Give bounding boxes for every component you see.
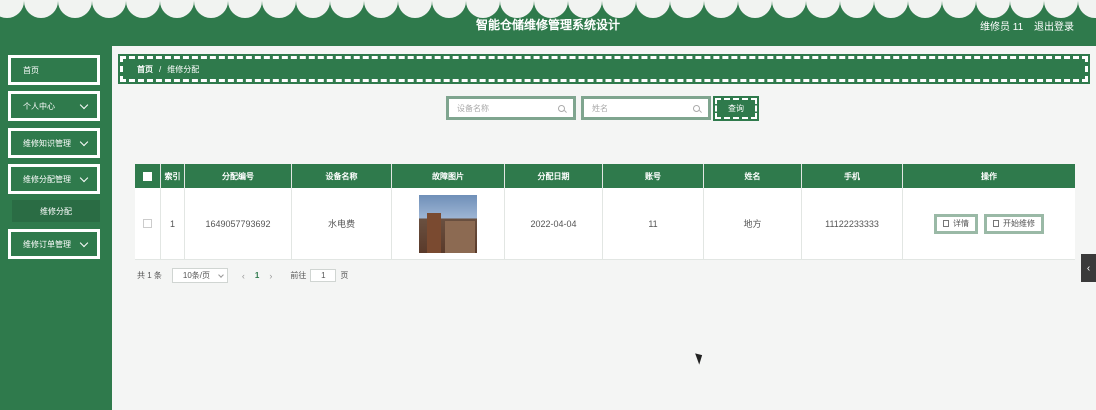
column-header: 操作 [981, 171, 997, 181]
total-count: 共 1 条 [137, 271, 162, 280]
search-icon [693, 104, 700, 112]
cell-index: 1 [161, 188, 185, 259]
cell-account: 11 [603, 188, 704, 259]
document-icon [993, 220, 999, 227]
page-size-value: 10条/页 [182, 271, 211, 280]
goto-label: 前往 [290, 271, 307, 280]
cell-actions: 详情 开始维修 [903, 188, 1075, 259]
sidebar-item-orders[interactable]: 维修订单管理 [8, 229, 100, 259]
sidebar-item-knowledge[interactable]: 维修知识管理 [8, 128, 100, 158]
name-search-input[interactable]: 姓名 [581, 96, 711, 120]
cell-device: 水电费 [292, 188, 392, 259]
app-title: 智能仓储维修管理系统设计 [475, 18, 620, 32]
sidebar-item-label: 维修知识管理 [23, 138, 71, 148]
query-button[interactable]: 查询 [713, 96, 759, 121]
cell-phone: 11122233333 [802, 188, 903, 259]
device-search-placeholder: 设备名称 [457, 103, 489, 113]
submenu-item-assignment[interactable]: 维修分配 [12, 200, 100, 222]
pagination: 共 1 条 10条/页 ‹ 1 › 前往 1 页 [137, 268, 348, 283]
column-header: 姓名 [704, 164, 802, 188]
sidebar-item-label: 首页 [23, 65, 39, 75]
prev-page-icon[interactable]: ‹ [242, 271, 245, 281]
name-search-placeholder: 姓名 [592, 103, 608, 113]
sidebar-item-assignment[interactable]: 维修分配管理 [8, 164, 100, 194]
page-suffix: 页 [340, 271, 349, 280]
select-all-checkbox[interactable] [143, 171, 152, 181]
device-search-input[interactable]: 设备名称 [446, 96, 576, 120]
column-header: 索引 [161, 164, 185, 188]
sidebar-item-label: 维修订单管理 [23, 239, 71, 249]
breadcrumb-current: 维修分配 [167, 64, 200, 74]
fault-image[interactable] [419, 194, 477, 253]
chevron-left-icon[interactable]: ‹ [1081, 254, 1096, 282]
column-header: 账号 [603, 164, 704, 188]
cell-fault-image [392, 188, 505, 259]
chevron-down-icon [79, 238, 89, 247]
chevron-down-icon [79, 173, 89, 182]
top-header: 智能仓储维修管理系统设计 维修员 11 退出登录 [0, 0, 1096, 46]
detail-button[interactable]: 详情 [934, 213, 978, 234]
start-repair-label: 开始维修 [1003, 219, 1035, 228]
cell-assign-no: 1649057793692 [185, 188, 292, 259]
sidebar-item-label: 个人中心 [23, 101, 55, 111]
cell-name: 地方 [704, 188, 802, 259]
column-header: 分配日期 [505, 164, 603, 188]
sidebar-item-label: 维修分配管理 [23, 174, 71, 184]
breadcrumb-home[interactable]: 首页 [137, 64, 153, 75]
cell-date: 2022-04-04 [505, 188, 603, 259]
detail-label: 详情 [953, 219, 969, 228]
breadcrumb-separator: / [159, 64, 162, 74]
select-all-cell [135, 164, 161, 188]
chevron-down-icon [218, 271, 224, 278]
mouse-cursor-icon [695, 351, 705, 365]
page-size-select[interactable]: 10条/页 [171, 268, 228, 283]
column-header: 设备名称 [292, 164, 392, 188]
logout-link[interactable]: 退出登录 [1034, 18, 1074, 33]
chevron-down-icon [79, 100, 89, 109]
start-repair-button[interactable]: 开始维修 [984, 213, 1044, 234]
next-page-icon[interactable]: › [269, 271, 272, 281]
column-header: 分配编号 [185, 164, 292, 188]
chevron-down-icon [79, 137, 89, 146]
breadcrumb: 首页 / 维修分配 [118, 54, 1090, 84]
search-icon [558, 104, 565, 112]
row-checkbox[interactable] [143, 219, 152, 228]
assignment-table: 索引 分配编号 设备名称 故障图片 分配日期 账号 姓名 手机 操作 1 164… [135, 164, 1075, 260]
document-icon [943, 220, 949, 227]
column-header: 故障图片 [392, 164, 505, 188]
table-row: 1 1649057793692 水电费 2022-04-04 11 地方 111… [135, 188, 1075, 260]
column-header: 手机 [802, 164, 903, 188]
current-user: 维修员 11 [980, 22, 1024, 33]
table-header: 索引 分配编号 设备名称 故障图片 分配日期 账号 姓名 手机 操作 [135, 164, 1075, 188]
row-select-cell [135, 188, 161, 259]
sidebar-item-profile[interactable]: 个人中心 [8, 91, 100, 121]
sidebar-item-home[interactable]: 首页 [8, 55, 100, 85]
current-page[interactable]: 1 [255, 271, 259, 280]
goto-page-input[interactable]: 1 [310, 269, 337, 282]
